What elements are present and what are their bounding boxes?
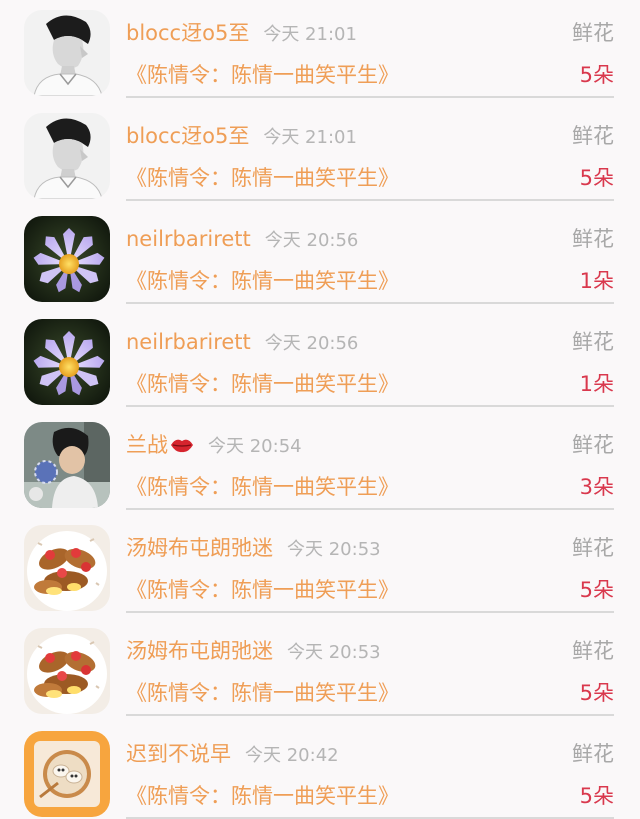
gift-count: 5朵	[579, 166, 614, 190]
record-content: 汤姆布屯朗弛迷 今天 20:53 鲜花 《陈情令：陈情一曲笑平生》 5朵	[126, 515, 614, 613]
timestamp: 今天 21:01	[263, 24, 357, 45]
record-content: 迟到不说早 今天 20:42 鲜花 《陈情令：陈情一曲笑平生》 5朵	[126, 721, 614, 819]
username[interactable]: 汤姆布屯朗弛迷	[126, 639, 273, 663]
username[interactable]: blocc迓o5至	[126, 124, 249, 148]
gift-count: 5朵	[579, 578, 614, 602]
gift-type: 鲜花	[572, 330, 614, 354]
gift-count: 5朵	[579, 784, 614, 808]
gift-count: 5朵	[579, 63, 614, 87]
timestamp: 今天 20:56	[264, 230, 359, 251]
gift-type: 鲜花	[572, 433, 614, 457]
user-avatar[interactable]	[24, 10, 110, 96]
work-title[interactable]: 《陈情令：陈情一曲笑平生》	[126, 680, 399, 706]
record-content: neilrbarirett 今天 20:56 鲜花 《陈情令：陈情一曲笑平生》 1…	[126, 206, 614, 304]
work-title[interactable]: 《陈情令：陈情一曲笑平生》	[126, 62, 399, 88]
record-content: blocc迓o5至 今天 21:01 鲜花 《陈情令：陈情一曲笑平生》 5朵	[126, 0, 614, 98]
username[interactable]: 迟到不说早	[126, 742, 231, 766]
gift-record-item[interactable]: neilrbarirett 今天 20:56 鲜花 《陈情令：陈情一曲笑平生》 1…	[0, 206, 640, 309]
work-title[interactable]: 《陈情令：陈情一曲笑平生》	[126, 165, 399, 191]
record-content: neilrbarirett 今天 20:56 鲜花 《陈情令：陈情一曲笑平生》 1…	[126, 309, 614, 407]
gift-record-item[interactable]: 汤姆布屯朗弛迷 今天 20:53 鲜花 《陈情令：陈情一曲笑平生》 5朵	[0, 618, 640, 721]
username[interactable]: 兰战	[126, 433, 168, 457]
gift-record-item[interactable]: neilrbarirett 今天 20:56 鲜花 《陈情令：陈情一曲笑平生》 1…	[0, 309, 640, 412]
user-avatar[interactable]	[24, 319, 110, 405]
timestamp: 今天 20:53	[287, 642, 381, 663]
user-avatar[interactable]	[24, 731, 110, 817]
gift-count: 5朵	[579, 681, 614, 705]
gift-type: 鲜花	[572, 21, 614, 45]
gift-type: 鲜花	[572, 639, 614, 663]
gift-record-item[interactable]: blocc迓o5至 今天 21:01 鲜花 《陈情令：陈情一曲笑平生》 5朵	[0, 103, 640, 206]
user-avatar[interactable]	[24, 216, 110, 302]
timestamp: 今天 20:56	[264, 333, 359, 354]
gift-count: 3朵	[579, 475, 614, 499]
user-avatar[interactable]	[24, 628, 110, 714]
work-title[interactable]: 《陈情令：陈情一曲笑平生》	[126, 474, 399, 500]
work-title[interactable]: 《陈情令：陈情一曲笑平生》	[126, 577, 399, 603]
user-avatar[interactable]	[24, 525, 110, 611]
user-avatar[interactable]	[24, 422, 110, 508]
work-title[interactable]: 《陈情令：陈情一曲笑平生》	[126, 371, 399, 397]
gift-type: 鲜花	[572, 227, 614, 251]
gift-record-list: blocc迓o5至 今天 21:01 鲜花 《陈情令：陈情一曲笑平生》 5朵 bl…	[0, 0, 640, 819]
lips-icon	[171, 439, 193, 453]
gift-type: 鲜花	[572, 124, 614, 148]
username[interactable]: neilrbarirett	[126, 330, 251, 354]
timestamp: 今天 20:54	[208, 436, 302, 457]
timestamp: 今天 20:53	[287, 539, 381, 560]
gift-record-item[interactable]: blocc迓o5至 今天 21:01 鲜花 《陈情令：陈情一曲笑平生》 5朵	[0, 0, 640, 103]
gift-type: 鲜花	[572, 742, 614, 766]
username[interactable]: 汤姆布屯朗弛迷	[126, 536, 273, 560]
timestamp: 今天 20:42	[245, 745, 339, 766]
gift-count: 1朵	[579, 372, 614, 396]
gift-record-item[interactable]: 汤姆布屯朗弛迷 今天 20:53 鲜花 《陈情令：陈情一曲笑平生》 5朵	[0, 515, 640, 618]
gift-record-item[interactable]: 迟到不说早 今天 20:42 鲜花 《陈情令：陈情一曲笑平生》 5朵	[0, 721, 640, 819]
timestamp: 今天 21:01	[263, 127, 357, 148]
record-content: 兰战 今天 20:54 鲜花 《陈情令：陈情一曲笑平生》 3朵	[126, 412, 614, 510]
user-avatar[interactable]	[24, 113, 110, 199]
record-content: blocc迓o5至 今天 21:01 鲜花 《陈情令：陈情一曲笑平生》 5朵	[126, 103, 614, 201]
gift-count: 1朵	[579, 269, 614, 293]
username[interactable]: blocc迓o5至	[126, 21, 249, 45]
record-content: 汤姆布屯朗弛迷 今天 20:53 鲜花 《陈情令：陈情一曲笑平生》 5朵	[126, 618, 614, 716]
gift-record-item[interactable]: 兰战 今天 20:54 鲜花 《陈情令：陈情一曲笑平生》 3朵	[0, 412, 640, 515]
username[interactable]: neilrbarirett	[126, 227, 251, 251]
work-title[interactable]: 《陈情令：陈情一曲笑平生》	[126, 268, 399, 294]
gift-type: 鲜花	[572, 536, 614, 560]
work-title[interactable]: 《陈情令：陈情一曲笑平生》	[126, 783, 399, 809]
